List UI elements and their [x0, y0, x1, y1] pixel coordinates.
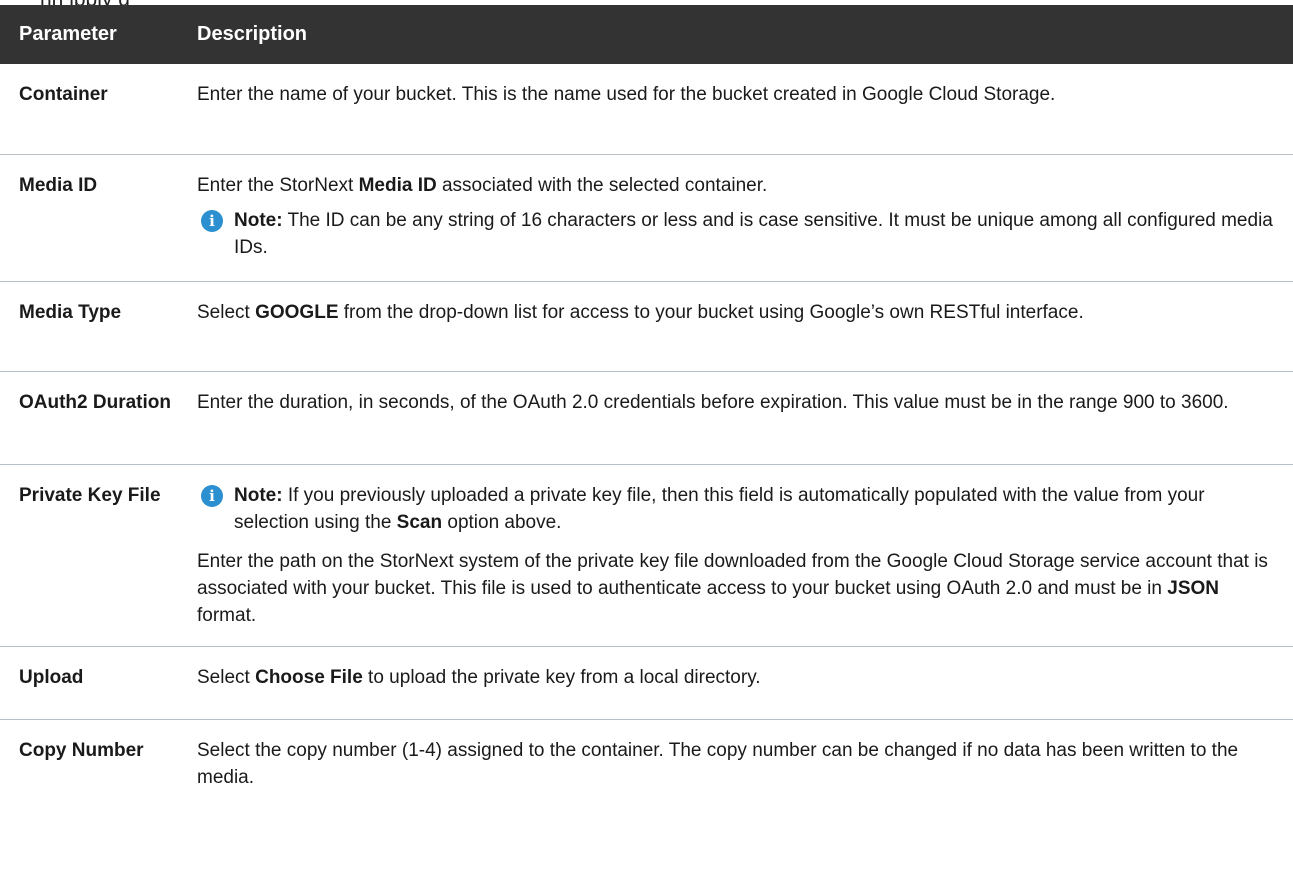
text-run: Enter the StorNext [197, 175, 359, 196]
text-run: to upload the private key from a local d… [362, 667, 761, 688]
description-text: Enter the duration, in seconds, of the O… [197, 392, 1229, 413]
table-header-row: Parameter Description [0, 5, 1293, 64]
bold-term: Choose File [255, 667, 363, 688]
note-label: Note: [234, 210, 283, 231]
table-row-copy-number: Copy Number Select the copy number (1-4)… [0, 720, 1293, 808]
bold-term: JSON [1167, 578, 1219, 599]
param-description: i Note: If you previously uploaded a pri… [185, 464, 1293, 647]
text-run: The ID can be any string of 16 character… [234, 210, 1273, 258]
param-description: Select the copy number (1-4) assigned to… [185, 720, 1293, 808]
param-description: Select Choose File to upload the private… [185, 646, 1293, 720]
text-run: Enter the path on the StorNext system of… [197, 551, 1268, 599]
param-description: Enter the name of your bucket. This is t… [185, 64, 1293, 155]
description-text: Enter the path on the StorNext system of… [197, 548, 1273, 629]
text-run: If you previously uploaded a private key… [234, 485, 1205, 533]
table-row-oauth2-duration: OAuth2 Duration Enter the duration, in s… [0, 371, 1293, 465]
param-name: OAuth2 Duration [0, 371, 185, 465]
text-run: associated with the selected container. [436, 175, 768, 196]
table-row-upload: Upload Select Choose File to upload the … [0, 646, 1293, 720]
note-text: Note: If you previously uploaded a priva… [234, 482, 1273, 536]
text-run: option above. [442, 512, 562, 533]
param-name: Container [0, 64, 185, 155]
description-text: Enter the name of your bucket. This is t… [197, 84, 1056, 105]
table-row-media-type: Media Type Select GOOGLE from the drop-d… [0, 281, 1293, 372]
note-block: i Note: If you previously uploaded a pri… [197, 482, 1273, 536]
description-text: Select the copy number (1-4) assigned to… [197, 740, 1239, 788]
param-name: Media ID [0, 154, 185, 282]
note-label: Note: [234, 485, 283, 506]
text-run: Select [197, 667, 256, 688]
note-text: Note: The ID can be any string of 16 cha… [234, 207, 1273, 261]
description-text: Select Choose File to upload the private… [197, 664, 1273, 691]
param-name: Upload [0, 646, 185, 720]
header-parameter: Parameter [0, 5, 185, 64]
info-circle-icon: i [201, 485, 223, 507]
table-row-private-key-file: Private Key File i Note: If you previous… [0, 464, 1293, 647]
bold-term: Media ID [358, 175, 437, 196]
param-name: Private Key File [0, 464, 185, 647]
param-description: Select GOOGLE from the drop-down list fo… [185, 281, 1293, 372]
param-description: Enter the duration, in seconds, of the O… [185, 371, 1293, 465]
parameters-table: Parameter Description Container Enter th… [0, 5, 1293, 807]
description-text: Select GOOGLE from the drop-down list fo… [197, 299, 1273, 326]
document-page: nn ipply g Parameter Description Contain… [0, 0, 1293, 871]
text-run: Select [197, 302, 256, 323]
table-row-media-id: Media ID Enter the StorNext Media ID ass… [0, 154, 1293, 282]
table-row-container: Container Enter the name of your bucket.… [0, 64, 1293, 155]
bold-term: Scan [396, 512, 443, 533]
note-block: i Note: The ID can be any string of 16 c… [197, 207, 1273, 261]
bold-term: GOOGLE [255, 302, 339, 323]
text-run: format. [197, 605, 257, 626]
param-name: Media Type [0, 281, 185, 372]
header-description: Description [185, 5, 1293, 64]
description-text: Enter the StorNext Media ID associated w… [197, 172, 1273, 199]
text-run: from the drop-down list for access to yo… [338, 302, 1084, 323]
info-circle-icon: i [201, 210, 223, 232]
param-name: Copy Number [19, 740, 144, 761]
param-description: Enter the StorNext Media ID associated w… [185, 154, 1293, 282]
